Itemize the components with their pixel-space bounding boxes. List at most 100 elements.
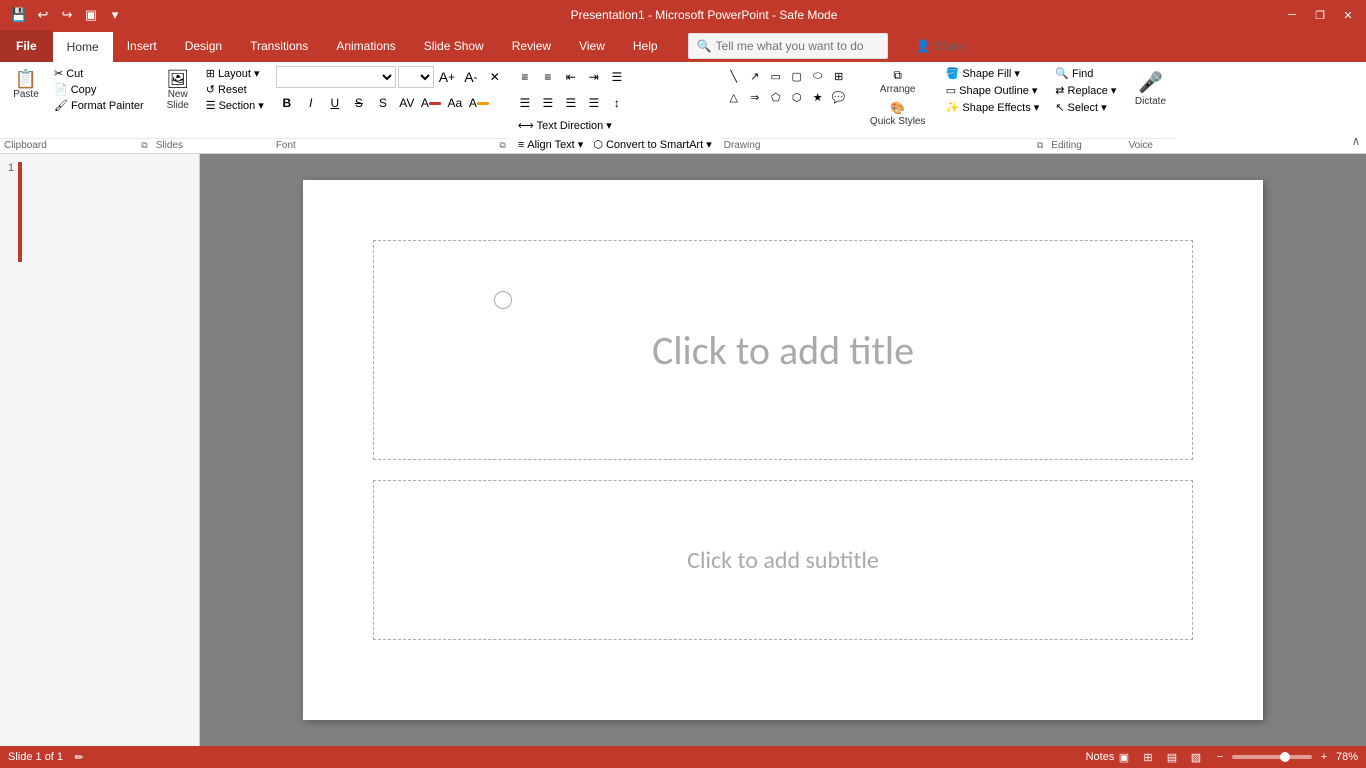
zoom-slider[interactable] [1232,755,1312,759]
find-button[interactable]: 🔍 Find [1051,66,1097,81]
shape-effects-button[interactable]: ✨ Shape Effects ▾ [942,100,1044,115]
decrease-indent-button[interactable]: ⇤ [560,66,582,88]
tab-help[interactable]: Help [619,30,672,62]
customize-quick-access-button[interactable]: ▾ [104,4,126,26]
tab-design[interactable]: Design [171,30,236,62]
shape-rect[interactable]: ▭ [766,66,786,86]
shape-triangle[interactable]: △ [724,87,744,107]
section-button[interactable]: ☰ Section ▾ [202,98,268,113]
italic-button[interactable]: I [300,92,322,114]
numbered-list-button[interactable]: ≡ [537,66,559,88]
slide-canvas[interactable]: Click to add title Click to add subtitle [303,180,1263,720]
minimize-button[interactable]: ─ [1282,5,1302,25]
slides-panel: 1 [0,154,200,746]
shape-hexagon[interactable]: ⬡ [787,87,807,107]
notes-button[interactable]: Notes [1092,749,1108,765]
font-name-select[interactable] [276,66,396,88]
window-controls: ─ ❐ ✕ [1282,5,1358,25]
shape-more[interactable]: ⊞ [829,66,849,86]
search-input[interactable] [716,39,876,53]
font-case-button[interactable]: Aa [444,92,466,114]
align-center-button[interactable]: ☰ [537,92,559,114]
undo-button[interactable]: ↩ [32,4,54,26]
presentation-view-button[interactable]: ▣ [80,4,102,26]
share-button[interactable]: 👤 Share [904,37,979,55]
line-spacing-button[interactable]: ↕ [606,92,628,114]
title-placeholder[interactable]: Click to add title [373,240,1193,460]
voice-group: 🎤 Dictate Voice [1124,64,1176,152]
strikethrough-button[interactable]: S [348,92,370,114]
shape-oval[interactable]: ⬭ [808,66,828,86]
quick-styles-button[interactable]: 🎨 Quick Styles [858,99,938,129]
tab-insert[interactable]: Insert [113,30,171,62]
shape-star[interactable]: ★ [808,87,828,107]
tab-transitions[interactable]: Transitions [236,30,322,62]
shape-pentagon[interactable]: ⬠ [766,87,786,107]
convert-smartart-button[interactable]: ⬡ Convert to SmartArt ▾ [589,137,715,152]
zoom-thumb[interactable] [1280,752,1290,762]
paste-button[interactable]: 📋 Paste [4,66,48,104]
tab-animations[interactable]: Animations [322,30,409,62]
bullet-list-button[interactable]: ≡ [514,66,536,88]
redo-button[interactable]: ↪ [56,4,78,26]
underline-button[interactable]: U [324,92,346,114]
shape-arrow[interactable]: ↗ [745,66,765,86]
arrange-button[interactable]: ⧉ Arrange [858,66,938,97]
format-painter-button[interactable]: 🖌 Format Painter [50,98,148,113]
dictate-button[interactable]: 🎤 Dictate [1128,66,1172,111]
columns-button[interactable]: ☰ [606,66,628,88]
text-shadow-button[interactable]: S [372,92,394,114]
shape-callout[interactable]: 💬 [829,87,849,107]
bold-button[interactable]: B [276,92,298,114]
normal-view-button[interactable]: ▣ [1116,749,1132,765]
increase-font-button[interactable]: A+ [436,66,458,88]
select-button[interactable]: ↖ Select ▾ [1051,100,1110,115]
text-direction-button[interactable]: ⟷ Text Direction ▾ [514,118,616,133]
tab-view[interactable]: View [565,30,619,62]
tab-file[interactable]: File [0,30,53,62]
char-spacing-button[interactable]: AV [396,92,418,114]
new-slide-button[interactable]: 🖼 NewSlide [156,66,200,115]
justify-button[interactable]: ☰ [583,92,605,114]
align-text-button[interactable]: ≡ Align Text ▾ [514,137,588,152]
shape-rounded-rect[interactable]: ▢ [787,66,807,86]
slide-sorter-button[interactable]: ⊞ [1140,749,1156,765]
tab-review[interactable]: Review [498,30,565,62]
ribbon-search-bar[interactable]: 🔍 [688,33,888,59]
drawing-expander[interactable]: ⧉ [1037,140,1043,151]
save-button[interactable]: 💾 [8,4,30,26]
zoom-out-button[interactable]: − [1212,749,1228,765]
align-left-button[interactable]: ☰ [514,92,536,114]
clipboard-expander[interactable]: ⧉ [141,140,147,151]
restore-button[interactable]: ❐ [1310,5,1330,25]
replace-button[interactable]: ⇄ Replace ▾ [1051,83,1120,98]
reset-button[interactable]: ↺ Reset [202,82,268,97]
font-bg-color-button[interactable]: A [468,92,490,114]
font-color-button[interactable]: A [420,92,442,114]
font-expander[interactable]: ⧉ [499,140,505,151]
copy-button[interactable]: 📄 Copy [50,82,148,97]
shape-outline-button[interactable]: ▭ Shape Outline ▾ [942,83,1044,98]
edit-icon[interactable]: ✏ [71,749,87,765]
reading-view-button[interactable]: ▤ [1164,749,1180,765]
shape-line[interactable]: ╲ [724,66,744,86]
font-size-select[interactable] [398,66,434,88]
decrease-font-button[interactable]: A- [460,66,482,88]
zoom-in-button[interactable]: + [1316,749,1332,765]
dictate-icon: 🎤 [1138,70,1163,95]
align-right-button[interactable]: ☰ [560,92,582,114]
subtitle-placeholder[interactable]: Click to add subtitle [373,480,1193,640]
tab-home[interactable]: Home [53,30,113,62]
smartart-icon: ⬡ [593,138,603,151]
clear-format-button[interactable]: ✕ [484,66,506,88]
ribbon-collapse-button[interactable]: ∧ [1348,133,1364,149]
slide-thumbnail[interactable] [18,162,22,262]
shape-fill-button[interactable]: 🪣 Shape Fill ▾ [942,66,1044,81]
layout-button[interactable]: ⊞ Layout ▾ [202,66,268,81]
slideshow-view-button[interactable]: ▧ [1188,749,1204,765]
cut-button[interactable]: ✂ Cut [50,66,148,81]
increase-indent-button[interactable]: ⇥ [583,66,605,88]
tab-slide-show[interactable]: Slide Show [410,30,498,62]
close-button[interactable]: ✕ [1338,5,1358,25]
shape-right-arrow[interactable]: ⇒ [745,87,765,107]
